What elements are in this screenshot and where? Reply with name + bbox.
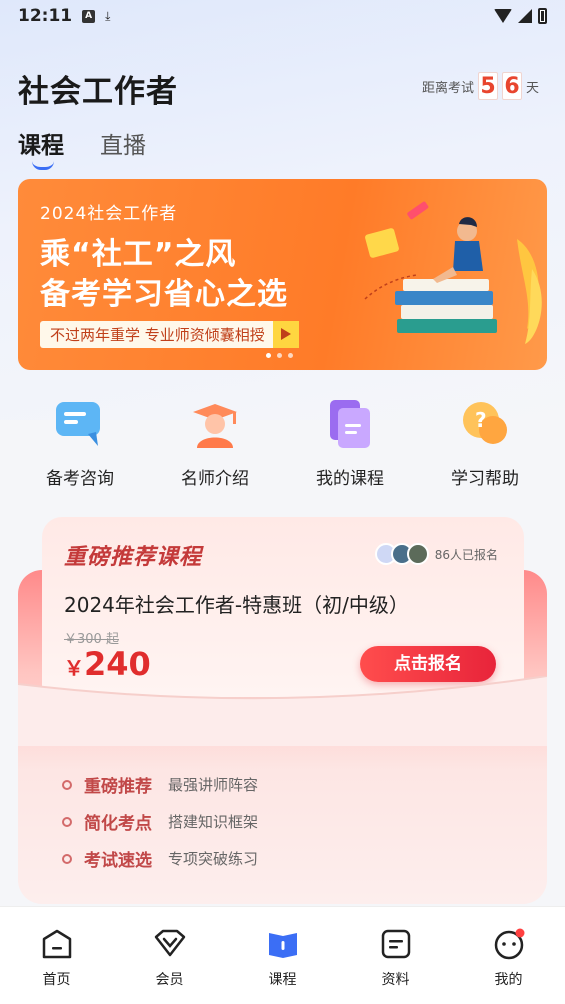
battery-icon (538, 8, 547, 24)
feature-value: 搭建知识框架 (168, 813, 259, 831)
question-icon: ? (463, 402, 507, 444)
carousel-dot[interactable] (288, 353, 293, 358)
enrolled-info: 86人已报名 (374, 543, 498, 565)
countdown-suffix: 天 (525, 80, 539, 96)
nav-profile[interactable]: 我的 (469, 927, 549, 1004)
nav-materials[interactable]: 资料 (356, 927, 436, 1004)
feature-value: 专项突破练习 (168, 850, 259, 868)
avatar (406, 543, 429, 565)
card-wave-divider (18, 676, 547, 746)
course-name: 2024年社会工作者-特惠班（初/中级） (64, 593, 409, 617)
bottom-navigation: 首页 会员 课程 资料 我的 (0, 906, 565, 1004)
status-time: 12:11 (18, 6, 73, 26)
nav-label: 课程 (268, 972, 297, 988)
enrolled-count: 86人已报名 (434, 547, 498, 562)
promo-banner[interactable]: 2024社会工作者 乘“社工”之风 备考学习省心之选 不过两年重学 专业师资倾囊… (18, 179, 547, 370)
course-book-icon (268, 933, 297, 958)
banner-headline: 乘“社工”之风 (40, 237, 237, 272)
quick-links: 备考咨询 名师介绍 我的课程 ? 学习帮助 (18, 398, 547, 489)
wifi-icon (494, 9, 512, 23)
carousel-dots[interactable] (266, 353, 293, 358)
document-icon (330, 400, 370, 448)
recommend-title: 重磅推荐课程 (64, 545, 203, 570)
nav-course[interactable]: 课程 (243, 927, 323, 1004)
tab-live[interactable]: 直播 (100, 126, 146, 160)
page-title: 社会工作者 (18, 74, 178, 110)
carousel-dot[interactable] (266, 353, 271, 358)
download-icon: ⤓ (105, 8, 111, 23)
chat-bubble-icon (56, 402, 100, 446)
recommend-course-card[interactable]: 重磅推荐课程 86人已报名 2024年社会工作者-特惠班（初/中级） ￥300 … (42, 517, 524, 697)
feature-value: 最强讲师阵容 (168, 776, 259, 794)
feature-item: 简化考点 搭建知识框架 (62, 803, 258, 840)
quick-link-label: 名师介绍 (181, 469, 249, 489)
feature-item: 考试速选 专项突破练习 (62, 840, 258, 877)
svg-text:?: ? (475, 408, 487, 432)
countdown-digit: 6 (501, 72, 522, 100)
banner-tagline-text: 不过两年重学 专业师资倾囊相授 (50, 326, 265, 344)
nav-vip[interactable]: 会员 (130, 927, 210, 1004)
vip-icon (154, 929, 185, 957)
exam-countdown: 距离考试 5 6 天 (422, 72, 539, 100)
profile-icon (494, 928, 524, 960)
bullet-ring-icon (62, 816, 72, 827)
feature-item: 重磅推荐 最强讲师阵容 (62, 766, 258, 803)
quick-link-consult[interactable]: 备考咨询 (30, 398, 130, 489)
quick-link-label: 我的课程 (316, 469, 384, 489)
countdown-digit: 5 (477, 72, 498, 100)
materials-icon (381, 929, 410, 959)
countdown-prefix: 距离考试 (421, 80, 474, 96)
course-features: 重磅推荐 最强讲师阵容 简化考点 搭建知识框架 考试速选 专项突破练习 (62, 766, 258, 877)
nav-label: 首页 (42, 972, 71, 988)
nav-label: 资料 (381, 972, 410, 988)
banner-headline: 备考学习省心之选 (40, 277, 288, 312)
quick-link-my-courses[interactable]: 我的课程 (300, 398, 400, 489)
status-bar: 12:11 A ⤓ (0, 0, 565, 32)
nav-label: 我的 (494, 972, 523, 988)
tab-course[interactable]: 课程 (18, 126, 64, 170)
home-icon (42, 929, 71, 959)
play-icon (280, 328, 291, 340)
quick-link-label: 学习帮助 (451, 469, 519, 489)
quick-link-label: 备考咨询 (46, 469, 114, 489)
banner-year-line: 2024社会工作者 (40, 204, 178, 224)
top-tabs: 课程 直播 (18, 126, 146, 170)
study-illustration-icon (364, 201, 542, 344)
nav-home[interactable]: 首页 (17, 927, 97, 1004)
app-notification-icon: A (82, 9, 96, 23)
feature-key: 考试速选 (84, 851, 152, 871)
quick-link-teachers[interactable]: 名师介绍 (165, 398, 265, 489)
bullet-ring-icon (62, 779, 72, 790)
signal-icon (518, 9, 532, 23)
feature-key: 简化考点 (84, 814, 152, 834)
quick-link-help[interactable]: ? 学习帮助 (435, 398, 535, 489)
bullet-ring-icon (62, 853, 72, 864)
carousel-dot[interactable] (277, 353, 282, 358)
banner-tagline: 不过两年重学 专业师资倾囊相授 (40, 321, 299, 348)
teacher-icon (193, 404, 237, 448)
nav-label: 会员 (155, 972, 184, 988)
feature-key: 重磅推荐 (84, 777, 152, 797)
